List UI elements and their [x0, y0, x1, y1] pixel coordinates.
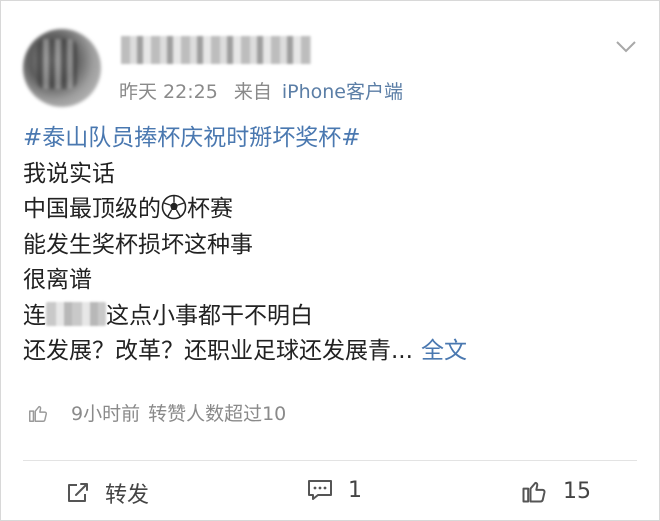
post-body: #泰山队员捧杯庆祝时掰坏奖杯# 我说实话 中国最顶级的 杯赛 能发生奖杯损坏这种事…	[23, 121, 467, 370]
divider	[23, 460, 637, 461]
repost-like-note: 转赞人数超过10	[148, 403, 287, 425]
post-stats: 9小时前 转赞人数超过10	[27, 399, 294, 426]
post-line: 我说实话	[23, 160, 115, 187]
post-line: 还发展？改革？还职业足球还发展青...	[23, 338, 413, 364]
comment-icon	[308, 480, 332, 500]
post-line: 很离谱	[23, 267, 92, 293]
source-prefix: 来自	[233, 81, 272, 103]
like-count: 15	[563, 478, 591, 504]
chevron-down-icon[interactable]	[615, 39, 637, 53]
username-blurred[interactable]	[121, 36, 311, 64]
repost-label: 转发	[105, 483, 150, 508]
post-meta: 昨天 22:25 来自 iPhone客户端	[119, 77, 413, 104]
repost-icon	[68, 483, 88, 502]
redacted-mosaic	[46, 301, 106, 326]
avatar[interactable]	[23, 29, 101, 107]
thumbs-up-icon	[29, 405, 48, 422]
post-time: 昨天 22:25	[119, 81, 218, 103]
comment-count: 1	[348, 477, 362, 503]
weibo-post-card: 昨天 22:25 来自 iPhone客户端 #泰山队员捧杯庆祝时掰坏奖杯# 我说实…	[0, 0, 660, 521]
post-line: 能发生奖杯损坏这种事	[23, 231, 253, 258]
like-button[interactable]: 15	[519, 477, 591, 505]
post-line: 这点小事都干不明白	[106, 302, 313, 329]
post-line: 杯赛	[187, 196, 233, 222]
thumbs-up-icon	[522, 481, 546, 503]
post-source[interactable]: iPhone客户端	[282, 81, 403, 103]
expand-full-text-link[interactable]: 全文	[421, 338, 467, 364]
post-line: 中国最顶级的	[23, 196, 161, 222]
comment-button[interactable]: 1	[306, 477, 362, 503]
hashtag-link[interactable]: #泰山队员捧杯庆祝时掰坏奖杯#	[23, 125, 361, 151]
time-ago: 9小时前	[71, 403, 141, 425]
post-line: 连	[23, 302, 46, 329]
soccer-ball-icon	[161, 194, 187, 220]
repost-button[interactable]: 转发	[65, 477, 149, 509]
